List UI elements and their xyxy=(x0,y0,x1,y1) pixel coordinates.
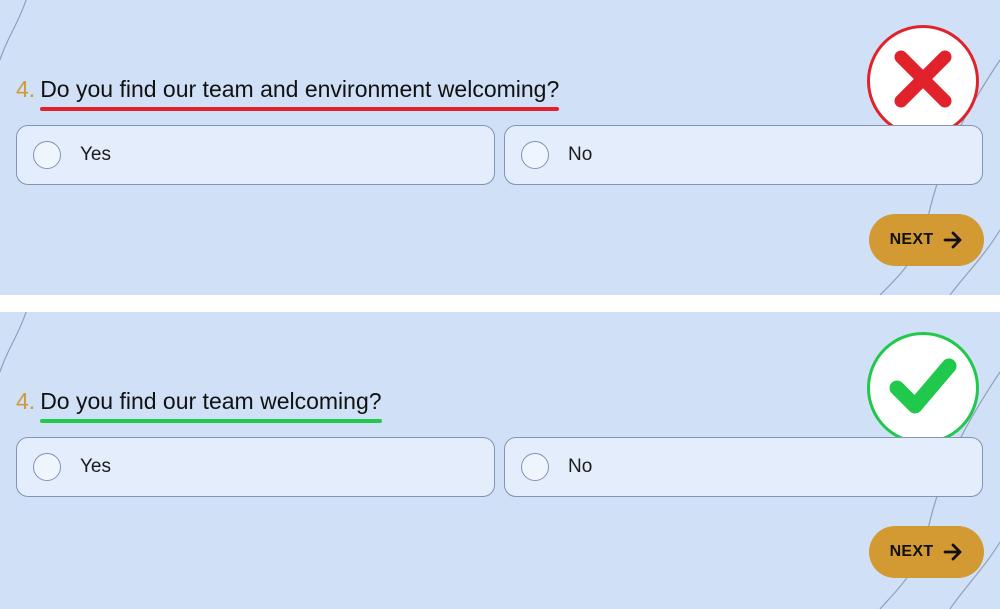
arrow-right-icon xyxy=(943,231,963,249)
question-heading: 4. Do you find our team and environment w… xyxy=(16,76,560,111)
cross-icon xyxy=(891,47,955,116)
question-text: Do you find our team welcoming? xyxy=(40,388,382,414)
question-number: 4. xyxy=(16,388,36,414)
next-button-label: NEXT xyxy=(889,543,934,560)
checkmark-icon xyxy=(887,354,959,423)
option-label: No xyxy=(568,456,593,477)
question-number: 4. xyxy=(16,76,36,102)
next-button[interactable]: NEXT xyxy=(869,526,984,578)
correct-badge xyxy=(867,332,979,444)
radio-button[interactable] xyxy=(521,141,549,169)
bad-example-panel: 4. Do you find our team and environment w… xyxy=(0,0,1000,295)
radio-button[interactable] xyxy=(33,141,61,169)
red-underline xyxy=(40,107,560,111)
question-heading: 4. Do you find our team welcoming? xyxy=(16,388,382,423)
question-text: Do you find our team and environment wel… xyxy=(40,76,560,102)
option-yes[interactable]: Yes xyxy=(16,125,495,185)
radio-button[interactable] xyxy=(33,453,61,481)
option-label: Yes xyxy=(80,456,111,477)
arrow-right-icon xyxy=(943,543,963,561)
option-no[interactable]: No xyxy=(504,437,983,497)
radio-button[interactable] xyxy=(521,453,549,481)
incorrect-badge xyxy=(867,25,979,137)
green-underline xyxy=(40,419,382,423)
option-no[interactable]: No xyxy=(504,125,983,185)
option-label: Yes xyxy=(80,144,111,165)
option-label: No xyxy=(568,144,593,165)
good-example-panel: 4. Do you find our team welcoming? Yes No… xyxy=(0,312,1000,609)
next-button-label: NEXT xyxy=(889,231,934,248)
next-button[interactable]: NEXT xyxy=(869,214,984,266)
option-yes[interactable]: Yes xyxy=(16,437,495,497)
